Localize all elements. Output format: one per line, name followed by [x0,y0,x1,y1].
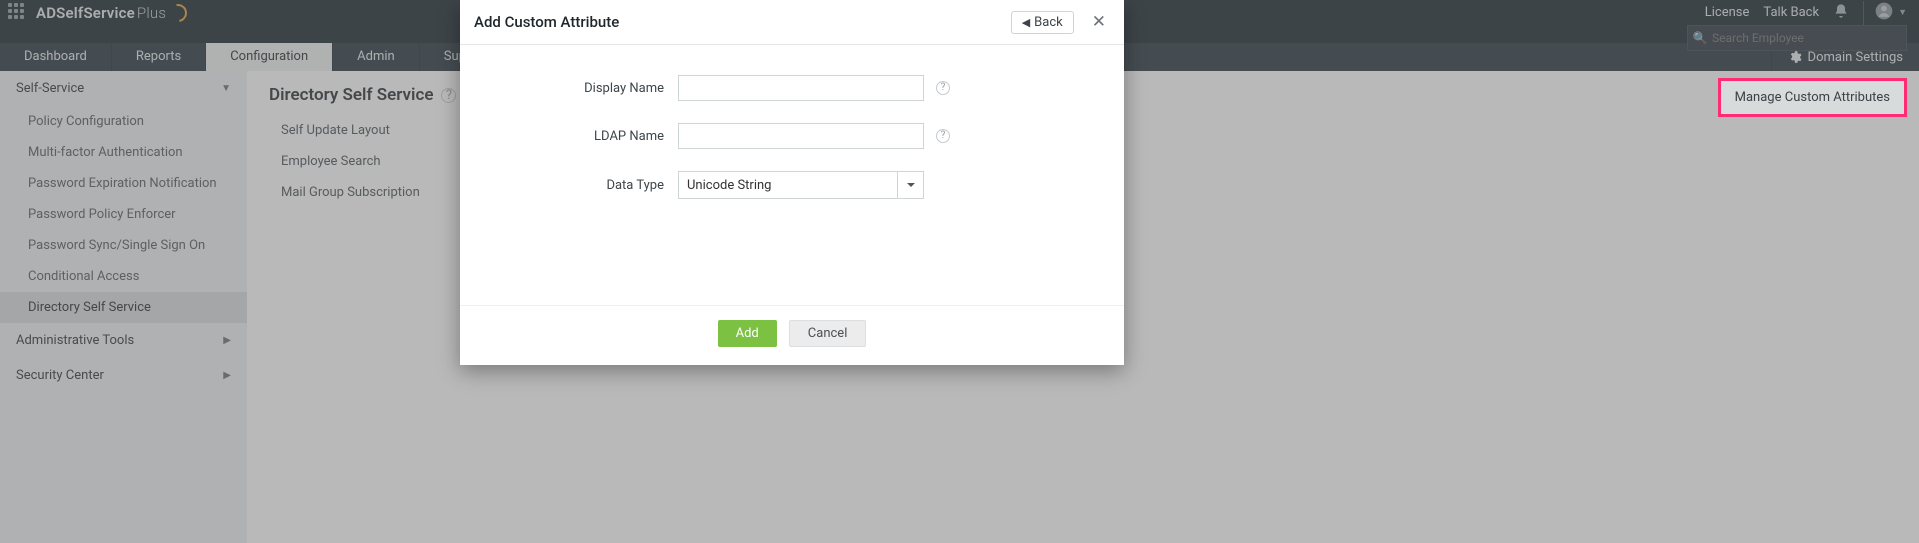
cancel-button[interactable]: Cancel [789,320,867,347]
back-button[interactable]: ◀ Back [1011,11,1074,34]
data-type-select[interactable]: Unicode String [678,171,924,199]
display-name-label: Display Name [500,81,678,96]
manage-custom-attributes-button[interactable]: Manage Custom Attributes [1718,78,1907,117]
chevron-left-icon: ◀ [1022,16,1030,29]
help-icon[interactable]: ? [936,81,950,95]
add-attribute-modal: Add Custom Attribute ◀ Back ✕ Display Na… [460,0,1124,365]
data-type-label: Data Type [500,178,678,193]
help-icon[interactable]: ? [936,129,950,143]
close-icon[interactable]: ✕ [1088,10,1110,34]
back-label: Back [1034,15,1063,30]
modal-footer: Add Cancel [460,305,1124,365]
ldap-name-label: LDAP Name [500,129,678,144]
modal-title: Add Custom Attribute [474,13,619,31]
ldap-name-input[interactable] [678,123,924,149]
add-button[interactable]: Add [718,320,777,347]
modal-header: Add Custom Attribute ◀ Back ✕ [460,0,1124,45]
data-type-value: Unicode String [687,178,771,193]
chevron-down-icon [897,172,923,198]
display-name-input[interactable] [678,75,924,101]
modal-body: Display Name ? LDAP Name ? Data Type Uni… [460,45,1124,305]
